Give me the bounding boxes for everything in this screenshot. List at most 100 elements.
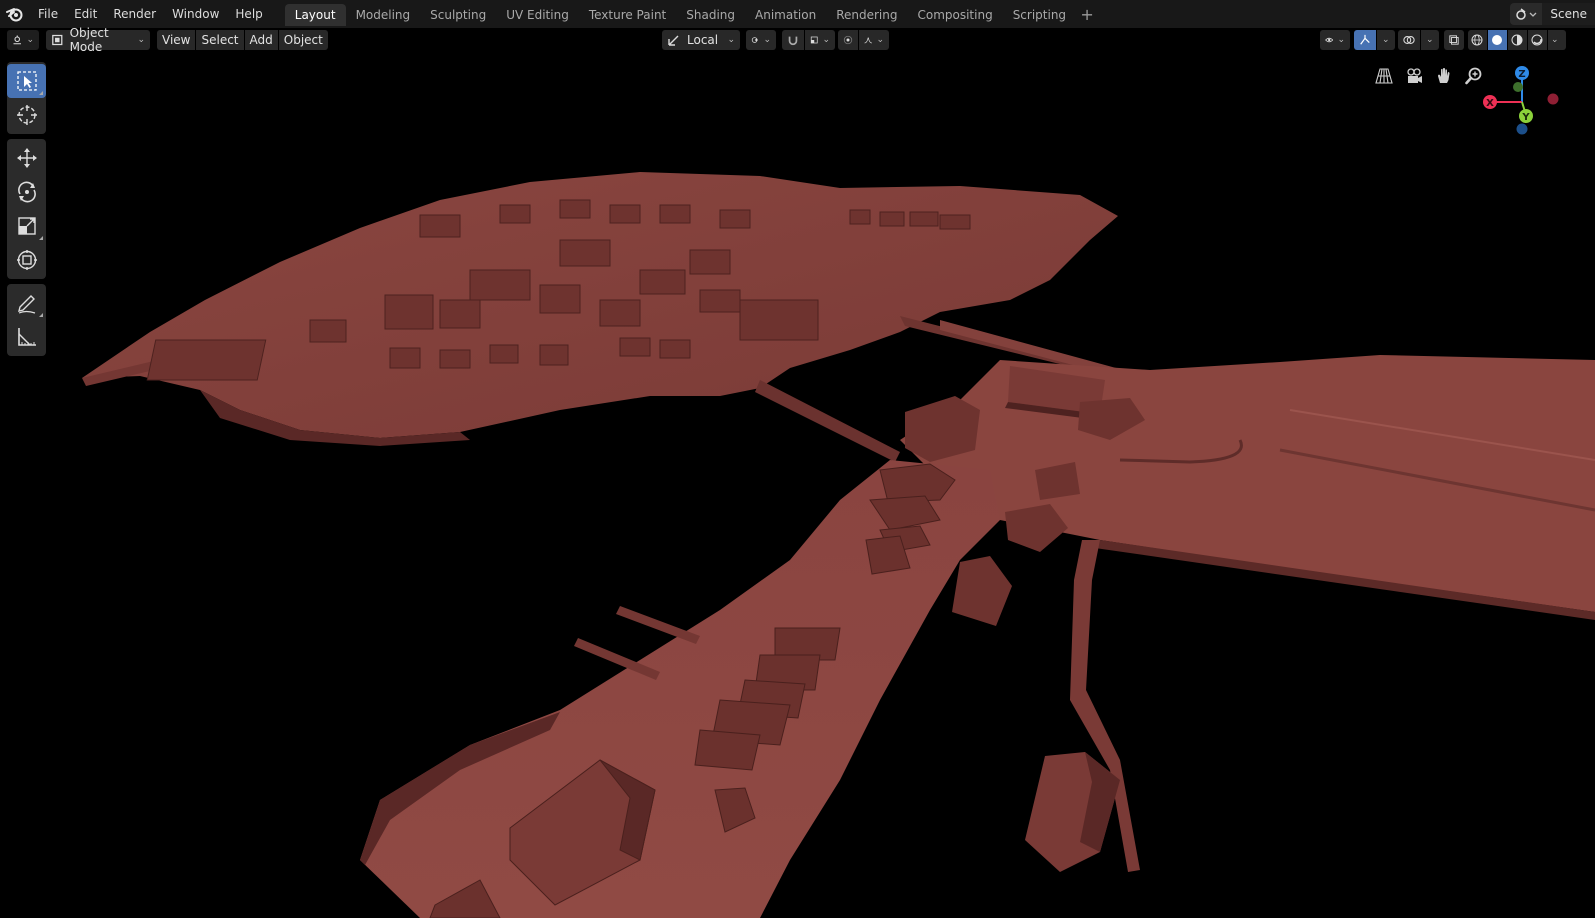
object-mode-icon <box>52 34 63 46</box>
tab-uv-editing[interactable]: UV Editing <box>496 4 579 26</box>
camera-view-button[interactable] <box>1402 64 1426 88</box>
scale-icon <box>17 217 36 235</box>
tab-sculpting[interactable]: Sculpting <box>420 4 496 26</box>
tab-compositing[interactable]: Compositing <box>907 4 1002 26</box>
gizmo-y-label: Y <box>1521 112 1530 123</box>
xray-toggle[interactable] <box>1444 30 1464 50</box>
select-box-tool[interactable] <box>7 64 46 98</box>
menu-render[interactable]: Render <box>105 3 164 25</box>
shading-solid[interactable] <box>1488 30 1507 50</box>
cursor-tool[interactable] <box>7 98 46 132</box>
chevron-down-icon: ⌄ <box>763 35 771 45</box>
scene-icon <box>1516 8 1537 20</box>
proportional-group: ⌄ <box>838 30 890 50</box>
proportional-edit-toggle[interactable] <box>838 30 858 50</box>
tool-options-corner <box>39 313 43 317</box>
gizmo-options[interactable]: ⌄ <box>1377 30 1395 50</box>
mode-select[interactable]: Object Mode ⌄ <box>46 26 150 54</box>
gizmo-neg-z[interactable] <box>1516 123 1528 135</box>
material-sphere-icon <box>1511 34 1523 46</box>
eye-icon <box>1325 37 1334 43</box>
tab-animation[interactable]: Animation <box>745 4 826 26</box>
select-box-icon <box>16 71 37 91</box>
menu-select[interactable]: Select <box>196 30 244 50</box>
menu-help[interactable]: Help <box>227 3 270 25</box>
visibility-select[interactable]: ⌄ <box>1320 30 1350 50</box>
shading-options[interactable]: ⌄ <box>1548 30 1566 50</box>
move-icon <box>16 148 37 168</box>
pan-view-button[interactable] <box>1432 64 1456 88</box>
chevron-down-icon: ⌄ <box>727 35 735 45</box>
pivot-point-select[interactable]: ⌄ <box>746 30 776 50</box>
scale-tool[interactable] <box>7 209 46 243</box>
tool-group-annotate <box>7 284 46 356</box>
measure-tool[interactable] <box>7 320 46 354</box>
snap-target-select[interactable]: ⌄ <box>805 30 835 50</box>
gizmo-toggle-group: ⌄ <box>1354 30 1396 50</box>
menu-edit[interactable]: Edit <box>66 3 105 25</box>
tab-scripting[interactable]: Scripting <box>1003 4 1076 26</box>
measure-ruler-icon <box>17 328 36 346</box>
tool-options-corner <box>39 236 43 240</box>
menu-add[interactable]: Add <box>244 30 278 50</box>
viewport-navigation <box>1372 64 1486 88</box>
tab-shading[interactable]: Shading <box>676 4 745 26</box>
gizmo-neg-y[interactable] <box>1513 82 1523 92</box>
workspace-tabs: Layout Modeling Sculpting UV Editing Tex… <box>284 2 1098 26</box>
menu-file[interactable]: File <box>30 3 66 25</box>
gizmo-neg-x[interactable] <box>1547 93 1559 105</box>
orientation-label: Local <box>687 33 719 47</box>
tool-options-corner <box>39 91 43 95</box>
menu-view[interactable]: View <box>157 30 196 50</box>
annotate-pencil-icon <box>17 295 35 314</box>
gizmo-toggle[interactable] <box>1354 30 1376 50</box>
tab-layout[interactable]: Layout <box>284 4 346 26</box>
viewport-header: ⌄ Object Mode ⌄ View Select Add Object L… <box>0 26 1595 54</box>
add-workspace-button[interactable]: + <box>1076 4 1098 26</box>
overlay-toggle-group: ⌄ <box>1398 30 1440 50</box>
tab-rendering[interactable]: Rendering <box>826 4 907 26</box>
wireframe-sphere-icon <box>1471 34 1483 46</box>
move-tool[interactable] <box>7 141 46 175</box>
blender-logo-icon[interactable] <box>0 0 30 28</box>
transform-orientation-select[interactable]: Local ⌄ <box>662 30 740 50</box>
scene-browse-button[interactable] <box>1510 3 1543 25</box>
shading-material[interactable] <box>1508 30 1527 50</box>
chevron-down-icon: ⌄ <box>1426 35 1434 45</box>
gizmo-x-label: X <box>1486 98 1494 109</box>
overlays-options[interactable]: ⌄ <box>1421 30 1439 50</box>
orientation-icon <box>668 35 679 46</box>
tool-group-select <box>7 62 46 134</box>
shading-wireframe[interactable] <box>1468 30 1487 50</box>
cursor-icon <box>16 105 37 125</box>
hand-icon <box>1438 68 1450 83</box>
rotate-tool[interactable] <box>7 175 46 209</box>
navigation-gizmo[interactable]: Z X Y <box>1478 62 1568 142</box>
overlays-toggle[interactable] <box>1398 30 1420 50</box>
proportional-falloff-select[interactable]: ⌄ <box>859 30 889 50</box>
solid-sphere-icon <box>1492 35 1502 45</box>
chevron-down-icon: ⌄ <box>1551 35 1559 45</box>
scene-name[interactable]: Scene <box>1542 3 1595 25</box>
menu-window[interactable]: Window <box>164 3 227 25</box>
chevron-down-icon: ⌄ <box>137 35 145 45</box>
magnet-icon <box>788 36 798 46</box>
tab-modeling[interactable]: Modeling <box>346 4 421 26</box>
editor-type-button[interactable]: ⌄ <box>7 30 39 50</box>
chevron-down-icon: ⌄ <box>1337 35 1345 45</box>
viewport-3d[interactable] <box>0 52 1595 918</box>
shading-rendered[interactable] <box>1528 30 1547 50</box>
annotate-tool[interactable] <box>7 286 46 320</box>
toggle-perspective-button[interactable] <box>1372 64 1396 88</box>
lone-building <box>1025 752 1120 872</box>
overlay-icon <box>1403 36 1415 44</box>
rendered-sphere-icon <box>1531 34 1543 46</box>
menu-object[interactable]: Object <box>278 30 328 50</box>
transform-tool[interactable] <box>7 243 46 277</box>
snap-group: ⌄ <box>782 30 836 50</box>
camera-icon <box>1407 68 1422 83</box>
proportional-icon <box>843 35 853 45</box>
chevron-down-icon: ⌄ <box>876 35 884 45</box>
tab-texture-paint[interactable]: Texture Paint <box>579 4 676 26</box>
snap-toggle[interactable] <box>782 30 804 50</box>
